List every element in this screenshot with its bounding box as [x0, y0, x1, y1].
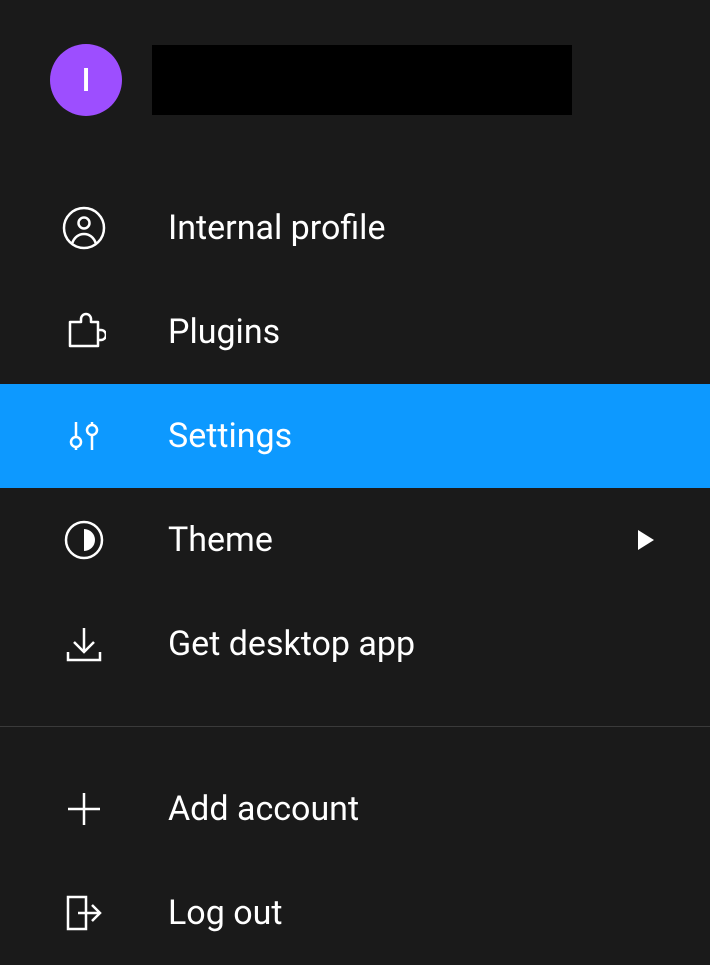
menu-item-label: Plugins — [168, 312, 660, 352]
menu-item-label: Log out — [168, 893, 660, 933]
menu-item-log-out[interactable]: Log out — [0, 861, 710, 965]
menu-item-settings[interactable]: Settings — [0, 384, 710, 488]
menu-divider — [0, 726, 710, 727]
menu-item-label: Get desktop app — [168, 624, 660, 664]
menu-item-add-account[interactable]: Add account — [0, 757, 710, 861]
menu-item-plugins[interactable]: Plugins — [0, 280, 710, 384]
username-redacted — [152, 45, 572, 115]
menu-item-label: Add account — [168, 789, 660, 829]
menu-item-label: Theme — [168, 520, 570, 560]
menu-item-label: Settings — [168, 416, 660, 456]
account-menu: Internal profile Plugins Settings — [0, 146, 710, 965]
theme-icon — [62, 518, 106, 562]
plus-icon — [62, 787, 106, 831]
settings-icon — [62, 414, 106, 458]
plugin-icon — [62, 310, 106, 354]
chevron-right-icon — [632, 526, 660, 554]
menu-item-internal-profile[interactable]: Internal profile — [0, 176, 710, 280]
avatar-initial: I — [81, 61, 90, 99]
logout-icon — [62, 891, 106, 935]
profile-icon — [62, 206, 106, 250]
download-icon — [62, 622, 106, 666]
menu-item-get-desktop-app[interactable]: Get desktop app — [0, 592, 710, 696]
account-header: I — [0, 0, 710, 146]
menu-item-label: Internal profile — [168, 208, 660, 248]
menu-item-theme[interactable]: Theme — [0, 488, 710, 592]
avatar[interactable]: I — [50, 44, 122, 116]
